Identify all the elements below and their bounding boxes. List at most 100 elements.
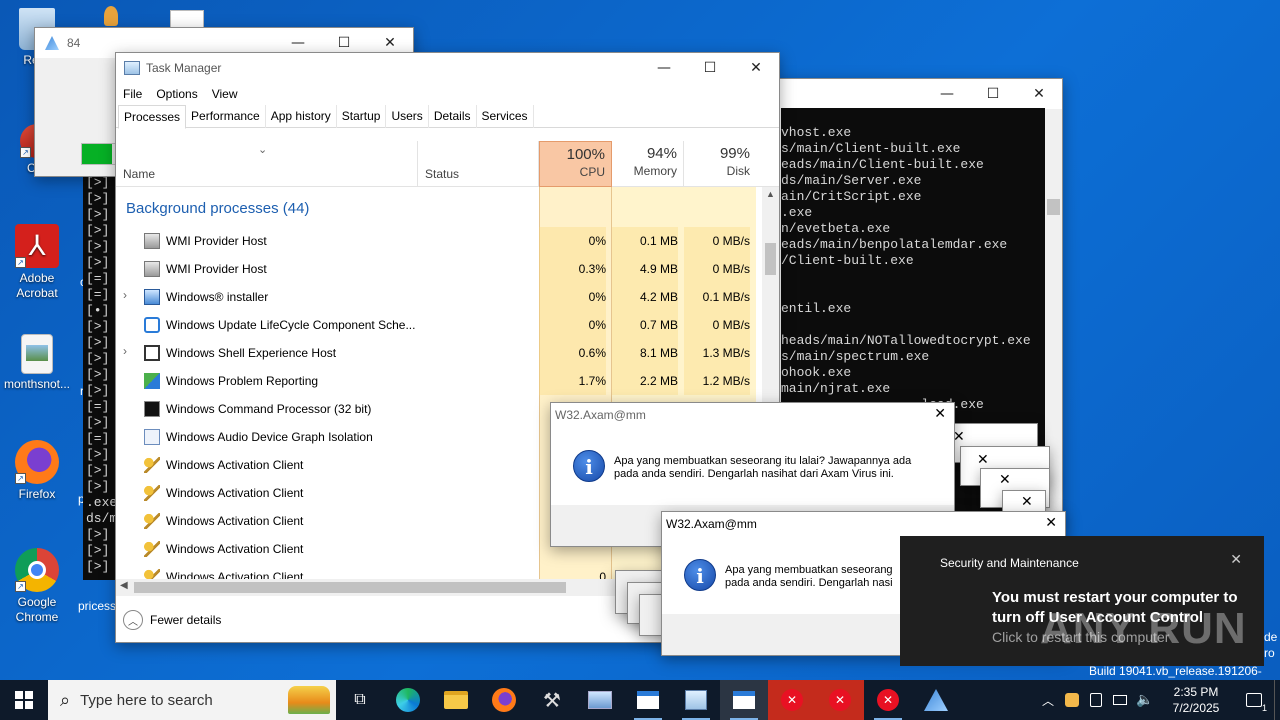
column-status[interactable]: Status bbox=[418, 141, 539, 187]
partial-icon-label: pricess bbox=[78, 599, 117, 613]
chrome-graphic: ↗ bbox=[15, 548, 59, 592]
dialog-message: Apa yang membuatkan seseorang itu lalai?… bbox=[614, 455, 911, 481]
vlc-cone-icon[interactable] bbox=[104, 6, 118, 26]
menu-view[interactable]: View bbox=[212, 87, 238, 101]
firefox-icon[interactable]: ↗ Firefox bbox=[0, 440, 74, 502]
process-name: Windows Audio Device Graph Isolation bbox=[166, 430, 373, 444]
firefox-taskbar-icon[interactable] bbox=[480, 680, 528, 720]
expand-chevron-icon[interactable]: › bbox=[123, 344, 127, 358]
dialog-message-line: pada anda sendiri. Dengarlah nasihat dar… bbox=[614, 468, 894, 480]
column-cpu[interactable]: 100% CPU bbox=[539, 141, 612, 187]
search-box[interactable]: ⌕ Type here to search bbox=[48, 680, 336, 720]
shortcut-arrow-icon: ↗ bbox=[15, 257, 26, 268]
memory-total: 94% bbox=[646, 145, 677, 162]
start-button[interactable] bbox=[0, 680, 48, 720]
process-row[interactable]: › Windows Shell Experience Host 0.6% 8.1 MB… bbox=[116, 339, 756, 367]
show-desktop-button[interactable] bbox=[1274, 680, 1280, 720]
active-window-icon[interactable] bbox=[720, 680, 768, 720]
console-titlebar: — ☐ ✕ bbox=[761, 79, 1062, 109]
installer-process-icon bbox=[144, 289, 160, 305]
notification-app-name: Security and Maintenance bbox=[940, 556, 1079, 570]
tab-services[interactable]: Services bbox=[477, 105, 534, 128]
shortcut-arrow-icon: ↗ bbox=[20, 147, 31, 158]
task-manager-taskbar-icon[interactable] bbox=[672, 680, 720, 720]
error-app-icon[interactable]: ✕ bbox=[816, 680, 864, 720]
windows-logo-icon bbox=[15, 691, 33, 709]
key-process-icon bbox=[144, 485, 160, 501]
process-row[interactable]: Windows Update LifeCycle Component Sche.… bbox=[116, 311, 756, 339]
acrobat-graphic: ⅄ ↗ bbox=[15, 224, 59, 268]
memory-value: 8.1 MB bbox=[612, 339, 678, 367]
process-name: Windows Activation Client bbox=[166, 570, 304, 579]
column-name-label: Name bbox=[123, 167, 156, 181]
close-icon[interactable]: ✕ bbox=[1045, 515, 1057, 531]
h-scrollbar-thumb[interactable] bbox=[134, 582, 566, 593]
expand-chevron-icon[interactable]: › bbox=[123, 288, 127, 302]
hammer-icon[interactable]: ⚒ bbox=[528, 680, 576, 720]
tab-details[interactable]: Details bbox=[429, 105, 477, 128]
process-name: Windows Problem Reporting bbox=[166, 374, 319, 388]
adobe-acrobat-icon[interactable]: ⅄ ↗ Adobe Acrobat bbox=[0, 224, 74, 301]
close-icon[interactable]: ✕ bbox=[1230, 552, 1242, 568]
edge-icon[interactable] bbox=[384, 680, 432, 720]
build-text: Build 19041.vb_release.191206-1406 bbox=[1089, 664, 1262, 680]
edge-text: ro bbox=[1264, 646, 1275, 660]
scrollbar-thumb[interactable] bbox=[1047, 199, 1060, 215]
close-icon[interactable]: ✕ bbox=[1016, 79, 1062, 109]
chevron-up-icon[interactable]: ︿ bbox=[1036, 680, 1060, 720]
process-row[interactable]: WMI Provider Host 0% 0.1 MB 0 MB/s bbox=[116, 227, 756, 255]
close-icon[interactable]: ✕ bbox=[999, 471, 1011, 488]
maximize-icon[interactable]: ☐ bbox=[687, 53, 733, 83]
network-tray-icon[interactable] bbox=[1108, 680, 1132, 720]
minimize-icon[interactable]: — bbox=[641, 53, 687, 83]
fewer-details-button[interactable]: ︿ Fewer details bbox=[123, 610, 221, 630]
error-app-icon[interactable]: ✕ bbox=[864, 680, 912, 720]
anyrun-app-icon[interactable] bbox=[912, 680, 960, 720]
scrollbar-thumb[interactable] bbox=[765, 243, 776, 275]
process-name: WMI Provider Host bbox=[166, 262, 267, 276]
task-view-icon[interactable]: ⧉ bbox=[336, 680, 384, 720]
tab-startup[interactable]: Startup bbox=[337, 105, 387, 128]
column-disk[interactable]: 99% Disk bbox=[684, 141, 756, 187]
notification-center-icon[interactable]: 1 bbox=[1234, 680, 1274, 720]
key-process-icon bbox=[144, 569, 160, 579]
clock[interactable]: 2:35 PM 7/2/2025 bbox=[1158, 684, 1234, 716]
image-thumbnail bbox=[26, 345, 48, 361]
close-icon[interactable]: ✕ bbox=[1021, 493, 1033, 510]
column-name[interactable]: Name bbox=[116, 141, 418, 187]
process-row[interactable]: WMI Provider Host 0.3% 4.9 MB 0 MB/s bbox=[116, 255, 756, 283]
info-icon: i bbox=[684, 559, 716, 591]
maximize-icon[interactable]: ☐ bbox=[970, 79, 1016, 109]
search-icon: ⌕ bbox=[60, 689, 71, 711]
scroll-up-icon[interactable]: ▲ bbox=[762, 187, 779, 199]
minimize-icon[interactable]: — bbox=[924, 79, 970, 109]
tab-performance[interactable]: Performance bbox=[186, 105, 266, 128]
security-tray-icon[interactable] bbox=[1060, 680, 1084, 720]
file-explorer-icon[interactable] bbox=[432, 680, 480, 720]
process-row[interactable]: › Windows® installer 0% 4.2 MB 0.1 MB/s bbox=[116, 283, 756, 311]
close-icon[interactable]: ✕ bbox=[977, 451, 989, 468]
tab-app-history[interactable]: App history bbox=[266, 105, 337, 128]
edge-text: de bbox=[1264, 630, 1278, 644]
volume-icon[interactable]: 🔈 bbox=[1132, 680, 1158, 720]
column-memory[interactable]: 94% Memory bbox=[612, 141, 684, 187]
app-window-icon[interactable] bbox=[624, 680, 672, 720]
wmi-process-icon bbox=[144, 233, 160, 249]
monthsnot-file-icon[interactable]: monthsnot... bbox=[0, 334, 74, 392]
scroll-left-icon[interactable]: ◀ bbox=[120, 580, 128, 591]
menu-file[interactable]: File bbox=[123, 87, 142, 101]
group-header[interactable]: Background processes (44) bbox=[126, 200, 309, 217]
network-app-icon[interactable] bbox=[576, 680, 624, 720]
tab-users[interactable]: Users bbox=[386, 105, 429, 128]
desktop-icon-label: monthsnot... bbox=[3, 377, 71, 391]
disk-value: 0 MB/s bbox=[684, 255, 750, 283]
close-icon[interactable]: ✕ bbox=[733, 53, 779, 83]
error-app-icon[interactable]: ✕ bbox=[768, 680, 816, 720]
battery-tray-icon[interactable] bbox=[1084, 680, 1108, 720]
menu-options[interactable]: Options bbox=[156, 87, 197, 101]
close-icon[interactable]: ✕ bbox=[934, 406, 946, 422]
tab-processes[interactable]: Processes bbox=[118, 105, 187, 129]
process-name: Windows® installer bbox=[166, 290, 269, 304]
google-chrome-icon[interactable]: ↗ Google Chrome bbox=[0, 548, 74, 625]
process-row[interactable]: Windows Problem Reporting 1.7% 2.2 MB 1.2 M… bbox=[116, 367, 756, 395]
